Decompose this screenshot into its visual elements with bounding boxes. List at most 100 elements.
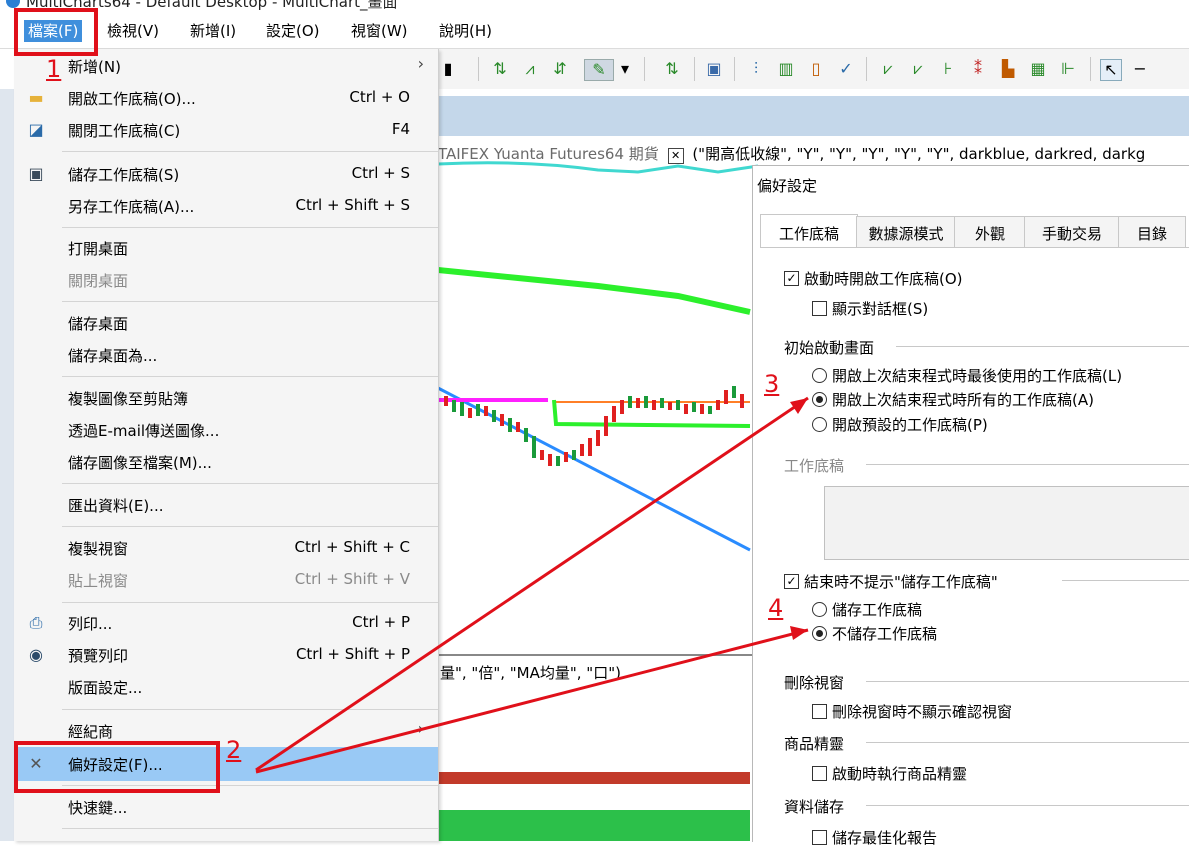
pane-divider[interactable]	[438, 654, 758, 656]
menu-item-print-preview[interactable]: ◉ 預覽列印 Ctrl + Shift + P	[14, 640, 438, 670]
format-icon[interactable]: ▣	[704, 59, 724, 79]
wizard-group-label: 商品精靈	[784, 735, 845, 753]
indicator-icon[interactable]: ✎	[584, 59, 614, 81]
kagi-icon[interactable]: ⊦	[938, 59, 958, 79]
open-on-start-checkbox[interactable]: ✓	[784, 271, 799, 286]
menu-item-page-setup[interactable]: 版面設定...	[14, 672, 438, 702]
menu-item-copy-window[interactable]: 複製視窗 Ctrl + Shift + C	[14, 533, 438, 563]
toolbar-divider	[1090, 57, 1091, 81]
xo-icon[interactable]: ⁑	[968, 59, 988, 79]
menu-item-shortcut: Ctrl + Shift + C	[294, 538, 410, 556]
candle	[716, 400, 720, 410]
save-workbook-label: 儲存工作底稿	[832, 601, 923, 619]
menu-window[interactable]: 視窗(W)	[347, 20, 412, 42]
group-line	[866, 681, 1189, 682]
zoom-in-icon[interactable]: ⇅	[490, 59, 510, 79]
menu-item-copy-image[interactable]: 複製圖像至剪貼簿	[14, 383, 438, 413]
point-figure-icon[interactable]: ⩗	[878, 59, 898, 79]
menu-item-shortcut: Ctrl + O	[349, 88, 410, 106]
toolbar-divider	[644, 57, 645, 81]
menu-item-print[interactable]: ⎙ 列印... Ctrl + P	[14, 608, 438, 638]
group-line	[1062, 580, 1189, 581]
line-chart-icon[interactable]: ✓	[836, 59, 856, 79]
menu-item-shortcut-keys[interactable]: 快速鍵...	[14, 792, 438, 822]
menu-item-label: 列印...	[68, 615, 113, 633]
folder-icon: ▬	[28, 88, 44, 107]
annotation-step-2: 2	[226, 736, 242, 764]
menu-item-label: 複製圖像至剪貼簿	[68, 390, 189, 408]
candle	[572, 450, 576, 460]
menu-help[interactable]: 說明(H)	[435, 20, 496, 42]
volume-profile-icon[interactable]: ▙	[998, 59, 1018, 79]
tab-strip-line	[760, 247, 1189, 248]
tab-label: 目錄	[1136, 225, 1167, 243]
menu-separator	[62, 483, 438, 484]
renko-icon[interactable]: ⩗	[908, 59, 928, 79]
annotation-step-1: 1	[46, 55, 62, 83]
menu-item-save-image[interactable]: 儲存圖像至檔案(M)...	[14, 447, 438, 477]
menu-item-email-image[interactable]: 透過E-mail傳送圖像...	[14, 415, 438, 445]
menu-item-open-desktop[interactable]: 打開桌面	[14, 233, 438, 263]
tab-manual-trading[interactable]: 手動交易	[1024, 216, 1120, 248]
tab-datasource[interactable]: 數據源模式	[856, 216, 956, 248]
candle	[580, 444, 584, 456]
menu-item-save-as[interactable]: 另存工作底稿(A)... Ctrl + Shift + S	[14, 191, 438, 221]
menu-item-export-data[interactable]: 匯出資料(E)...	[14, 490, 438, 520]
menu-bar: 檔案(F) 檢視(V) 新增(I) 設定(O) 視窗(W) 說明(H)	[0, 12, 1189, 48]
tab-workbook[interactable]: 工作底稿	[760, 214, 858, 247]
menu-separator	[62, 828, 438, 829]
candlestick-icon[interactable]: ▥	[776, 59, 796, 79]
tab-directory[interactable]: 目錄	[1118, 216, 1186, 248]
candle	[668, 402, 672, 410]
candle	[452, 400, 456, 412]
ohlc-bar-icon[interactable]: ⫶	[746, 59, 766, 79]
dont-save-workbook-label: 不儲存工作底稿	[832, 625, 938, 643]
startup-default-radio[interactable]	[812, 417, 827, 432]
volume-indicator-info: 量", "倍", "MA均量", "口")	[440, 664, 621, 682]
more-tools-icon[interactable]: −	[1130, 59, 1150, 79]
candle	[556, 456, 560, 466]
menu-separator	[62, 709, 438, 710]
menu-settings[interactable]: 設定(O)	[262, 20, 324, 42]
link-icon[interactable]: ⩘	[520, 59, 540, 79]
menu-item-save-workbook[interactable]: ▣ 儲存工作底稿(S) Ctrl + S	[14, 159, 438, 189]
toolbar-divider	[866, 57, 867, 81]
startup-default-label: 開啟預設的工作底稿(P)	[832, 416, 988, 434]
step-chart-icon[interactable]: ⊩	[1058, 59, 1078, 79]
dropdown-arrow-icon[interactable]: ▾	[618, 59, 632, 79]
zoom-out-icon[interactable]: ⇵	[550, 59, 570, 79]
toolbar-divider	[734, 57, 735, 81]
startup-last-used-label: 開啟上次結束程式時最後使用的工作底稿(L)	[832, 367, 1123, 385]
hollow-candle-icon[interactable]: ▯	[806, 59, 826, 79]
menu-view[interactable]: 檢視(V)	[103, 20, 163, 42]
candle	[692, 402, 696, 412]
delete-window-checkbox[interactable]	[812, 704, 827, 719]
data-save-checkbox[interactable]	[812, 830, 827, 845]
menu-item-label: 匯出資料(E)...	[68, 497, 164, 515]
save-workbook-radio[interactable]	[812, 602, 827, 617]
workbook-path-box[interactable]	[824, 486, 1189, 560]
menu-new[interactable]: 新增(I)	[186, 20, 240, 42]
strategy-icon[interactable]: ⇅	[662, 59, 682, 79]
no-prompt-save-checkbox[interactable]: ✓	[784, 574, 799, 589]
startup-all-radio[interactable]	[812, 392, 827, 407]
workbook-group-label: 工作底稿	[784, 457, 845, 475]
candle	[516, 422, 520, 432]
volume-bars	[438, 772, 750, 841]
lock-icon[interactable]: ▮	[438, 59, 458, 79]
menu-item-save-desktop-as[interactable]: 儲存桌面為...	[14, 340, 438, 370]
dont-save-workbook-radio[interactable]	[812, 626, 827, 641]
pointer-icon[interactable]: ↖	[1100, 59, 1122, 81]
wizard-checkbox[interactable]	[812, 766, 827, 781]
show-dialog-label: 顯示對話框(S)	[832, 300, 929, 318]
annotation-box-file-menu	[14, 8, 98, 56]
tab-label: 數據源模式	[868, 225, 944, 243]
startup-last-used-radio[interactable]	[812, 368, 827, 383]
candle	[540, 450, 544, 460]
menu-item-open-workbook[interactable]: ▬ 開啟工作底稿(O)... Ctrl + O	[14, 83, 438, 113]
show-dialog-checkbox[interactable]	[812, 301, 827, 316]
tab-appearance[interactable]: 外觀	[954, 216, 1026, 248]
menu-item-close-workbook[interactable]: ◪ 關閉工作底稿(C) F4	[14, 115, 438, 145]
histogram-icon[interactable]: ▦	[1028, 59, 1048, 79]
menu-item-save-desktop[interactable]: 儲存桌面	[14, 308, 438, 338]
